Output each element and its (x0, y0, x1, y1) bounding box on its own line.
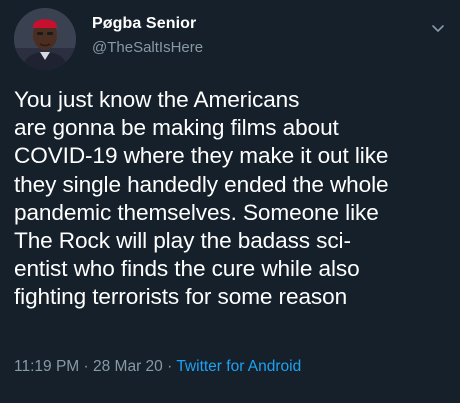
tweet-card: Pøgba Senior @TheSaltIsHere You just kno… (0, 0, 460, 403)
tweet-time[interactable]: 11:19 PM (14, 358, 79, 375)
meta-separator: · (83, 358, 89, 375)
avatar-image (14, 8, 76, 70)
tweet-source-link[interactable]: Twitter for Android (176, 358, 301, 375)
author-handle[interactable]: @TheSaltIsHere (92, 38, 203, 58)
meta-separator: · (167, 358, 173, 375)
author-display-name[interactable]: Pøgba Senior (92, 14, 203, 34)
tweet-meta: 11:19 PM · 28 Mar 20 · Twitter for Andro… (14, 357, 301, 377)
tweet-date[interactable]: 28 Mar 20 (93, 358, 163, 375)
tweet-text: You just know the Americans are gonna be… (14, 87, 389, 310)
chevron-down-icon[interactable] (430, 20, 446, 36)
avatar[interactable] (14, 8, 76, 70)
tweet-header: Pøgba Senior @TheSaltIsHere (14, 8, 446, 70)
author-names: Pøgba Senior @TheSaltIsHere (92, 14, 203, 58)
